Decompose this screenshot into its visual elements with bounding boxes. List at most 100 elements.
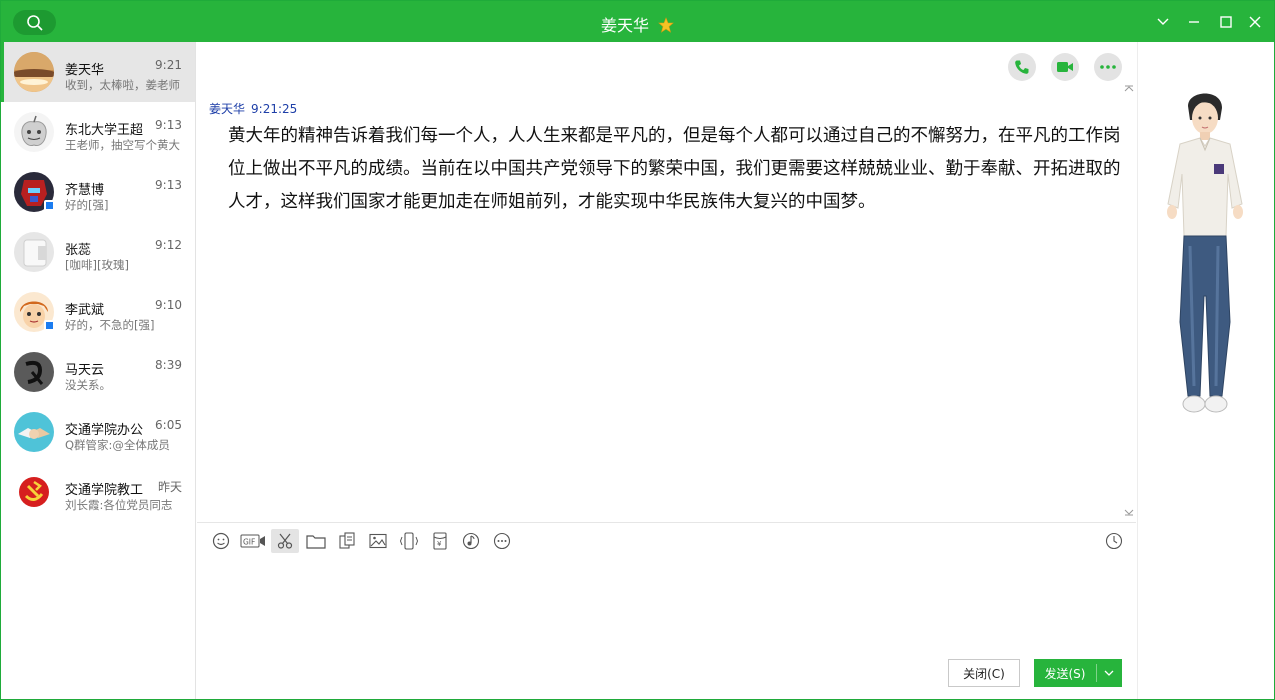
conversation-item[interactable]: 马天云 8:39 没关系。	[1, 342, 195, 402]
conversation-time: 9:13	[155, 178, 182, 192]
music-button[interactable]	[457, 529, 485, 553]
avatar-figure	[1167, 93, 1243, 413]
conversation-preview: 王老师，抽空写个黄大	[65, 138, 180, 152]
conversation-name: 交通学院办公	[65, 423, 144, 438]
scroll-up-icon[interactable]	[1124, 85, 1134, 93]
conversation-time: 8:39	[155, 358, 182, 372]
folder-icon	[306, 535, 326, 549]
contact-name: 姜天华	[600, 16, 649, 35]
doc-button[interactable]	[333, 529, 361, 553]
conversation-item[interactable]: 张蕊 9:12 [咖啡][玫瑰]	[1, 222, 195, 282]
scroll-down-icon[interactable]	[1124, 508, 1134, 516]
conversation-preview: Q群管家:@全体成员	[65, 438, 170, 452]
send-button[interactable]: 发送(S)	[1034, 659, 1122, 687]
conversation-time: 昨天	[157, 480, 182, 494]
red-packet-button[interactable]: ¥	[426, 529, 454, 553]
sunset-avatar	[14, 52, 54, 92]
music-icon	[462, 532, 480, 550]
conversation-name: 东北大学王超	[65, 123, 144, 138]
conversation-time: 9:13	[155, 118, 182, 132]
send-label: 发送(S)	[1044, 666, 1086, 681]
conversation-list: 姜天华 9:21 收到，太棒啦，姜老师 东北大学王超 9:13 王老师，抽空写个…	[1, 42, 196, 699]
maximize-icon	[1220, 16, 1232, 28]
input-toolbar: GIF ¥	[207, 529, 519, 553]
clock-icon	[1105, 532, 1123, 550]
conversation-name: 齐慧博	[65, 183, 105, 198]
window-title: 姜天华	[1, 12, 1274, 36]
close-window-button[interactable]	[1244, 11, 1266, 33]
more-icon	[493, 532, 511, 550]
contact-show-panel	[1137, 42, 1274, 699]
conversation-time: 9:10	[155, 298, 182, 312]
more-options-button[interactable]	[1094, 53, 1122, 81]
scissors-icon	[277, 533, 293, 549]
conversation-preview: 刘长霞:各位党员同志	[65, 498, 173, 512]
conversation-name: 张蕊	[65, 243, 92, 258]
more-dots-icon	[1100, 65, 1116, 69]
chevron-down-icon	[1104, 670, 1114, 676]
conversation-preview: 好的，不急的[强]	[65, 318, 155, 332]
apple-avatar	[14, 112, 54, 152]
dark-avatar	[14, 352, 54, 392]
doc-icon	[339, 532, 355, 549]
more-tools-button[interactable]	[488, 529, 516, 553]
message-sender: 姜天华	[209, 102, 246, 116]
default-gray-avatar	[14, 232, 54, 272]
message-time: 9:21:25	[251, 102, 298, 116]
star-icon	[658, 17, 674, 33]
emoji-icon	[212, 532, 230, 550]
chevron-down-icon	[1157, 18, 1169, 25]
chat-window: 姜天华 姜天华 9:21 收到，太棒啦，姜老师 东北大学王超 9:13 王老师，…	[0, 0, 1275, 700]
conversation-time: 9:12	[155, 238, 182, 252]
image-button[interactable]	[364, 529, 392, 553]
conversation-time: 6:05	[155, 418, 182, 432]
chat-panel: 姜天华 9:21:25 黄大年的精神告诉着我们每一个人，人人生来都是平凡的，但是每…	[197, 42, 1136, 699]
gif-icon: GIF	[240, 534, 265, 548]
call-actions	[1008, 53, 1122, 81]
device-badge-icon	[44, 320, 55, 331]
close-button[interactable]: 关闭(C)	[948, 659, 1020, 687]
conversation-name: 交通学院教工	[65, 483, 144, 498]
conversation-preview: 收到，太棒啦，姜老师	[65, 78, 180, 92]
message-header: 姜天华 9:21:25	[209, 100, 297, 117]
send-options-button[interactable]	[1097, 670, 1121, 676]
conversation-preview: [咖啡][玫瑰]	[65, 258, 129, 272]
conversation-item[interactable]: 齐慧博 9:13 好的[强]	[1, 162, 195, 222]
dropdown-button[interactable]	[1152, 11, 1174, 33]
image-icon	[369, 533, 387, 549]
message-history-button[interactable]	[1102, 529, 1126, 553]
gif-button[interactable]: GIF	[238, 529, 268, 553]
minimize-icon	[1189, 21, 1199, 23]
conversation-name: 姜天华	[65, 63, 105, 78]
video-camera-icon	[1057, 62, 1073, 72]
device-badge-icon	[44, 200, 55, 211]
close-icon	[1249, 16, 1261, 28]
svg-text:GIF: GIF	[243, 538, 255, 547]
input-divider	[197, 522, 1136, 523]
handshake-avatar	[14, 412, 54, 452]
conversation-preview: 没关系。	[65, 378, 111, 392]
conversation-item[interactable]: 李武斌 9:10 好的，不急的[强]	[1, 282, 195, 342]
conversation-item[interactable]: 姜天华 9:21 收到，太棒啦，姜老师	[1, 42, 195, 102]
maximize-button[interactable]	[1215, 11, 1237, 33]
message-input[interactable]	[197, 557, 1136, 657]
title-bar: 姜天华	[1, 1, 1274, 42]
screenshot-button[interactable]	[271, 529, 299, 553]
video-call-button[interactable]	[1051, 53, 1079, 81]
phone-icon	[1015, 60, 1029, 74]
message-text: 黄大年的精神告诉着我们每一个人，人人生来都是平凡的，但是每个人都可以通过自己的不…	[228, 126, 1121, 212]
shake-button[interactable]	[395, 529, 423, 553]
file-button[interactable]	[302, 529, 330, 553]
conversation-item[interactable]: 交通学院办公 6:05 Q群管家:@全体成员	[1, 402, 195, 462]
conversation-name: 马天云	[65, 363, 105, 378]
conversation-item[interactable]: 东北大学王超 9:13 王老师，抽空写个黄大	[1, 102, 195, 162]
emoji-button[interactable]	[207, 529, 235, 553]
red-packet-icon: ¥	[433, 532, 447, 550]
party-emblem-avatar	[14, 472, 54, 512]
conversation-item[interactable]: 交通学院教工 昨天 刘长霞:各位党员同志	[1, 462, 195, 522]
conversation-time: 9:21	[155, 58, 182, 72]
conversation-name: 李武斌	[65, 303, 105, 318]
voice-call-button[interactable]	[1008, 53, 1036, 81]
minimize-button[interactable]	[1183, 11, 1205, 33]
svg-text:¥: ¥	[437, 540, 442, 548]
